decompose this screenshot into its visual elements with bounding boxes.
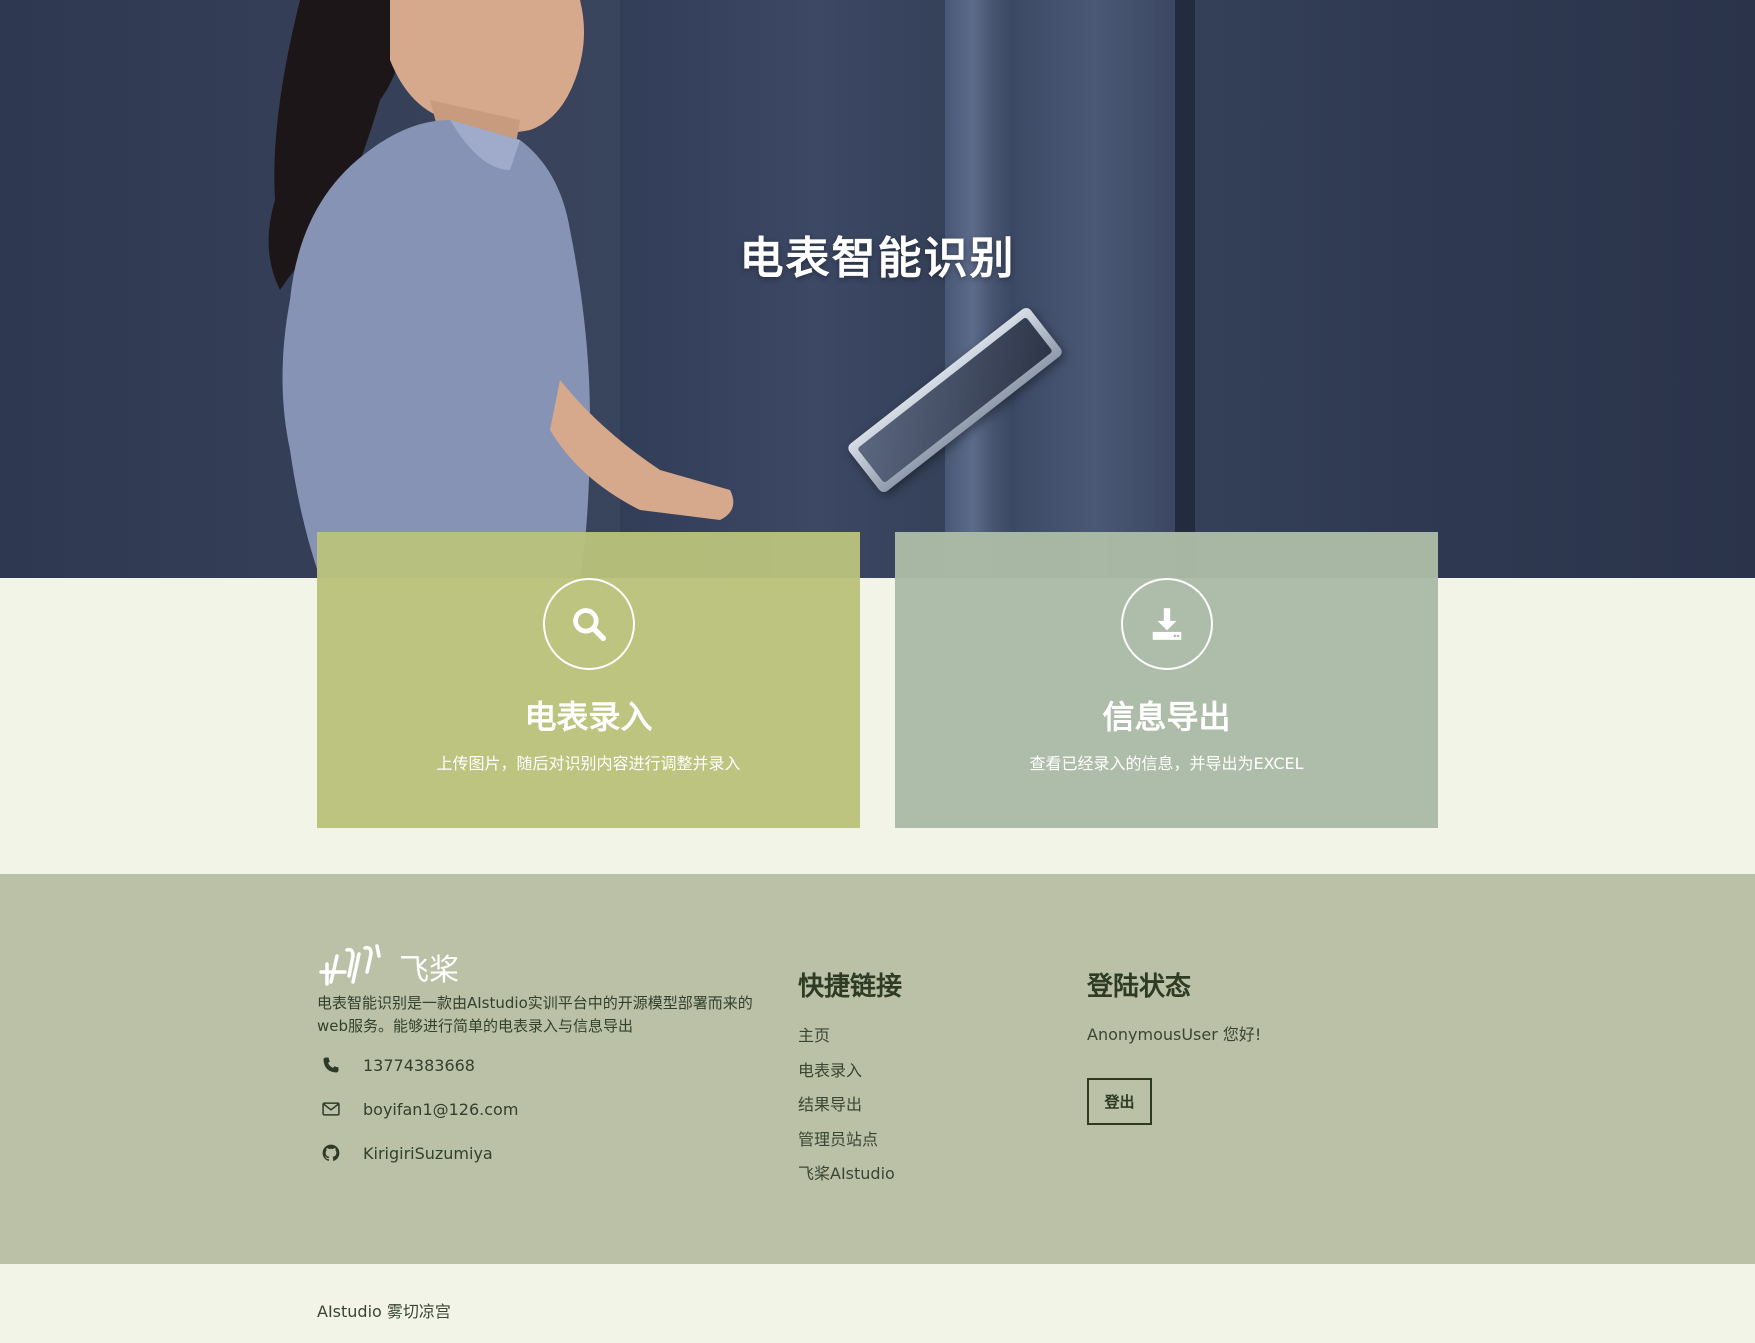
hero-banner: 电表智能识别 bbox=[0, 0, 1755, 578]
link-admin-site[interactable]: 管理员站点 bbox=[798, 1126, 878, 1150]
paddle-logo: 飞桨 bbox=[317, 942, 467, 988]
about-text: 电表智能识别是一款由AIstudio实训平台中的开源模型部署而来的web服务。能… bbox=[317, 994, 753, 1035]
copyright-text: AIstudio 雾切凉宫 bbox=[317, 1302, 451, 1321]
link-paddle-aistudio[interactable]: 飞桨AIstudio bbox=[798, 1160, 895, 1184]
contact-email: boyifan1@126.com bbox=[317, 1097, 518, 1121]
download-icon bbox=[1121, 578, 1213, 670]
search-icon bbox=[543, 578, 635, 670]
background-door-frame bbox=[945, 0, 1015, 578]
phone-icon bbox=[321, 1055, 351, 1075]
bottom-bar bbox=[0, 1264, 1755, 1343]
logo-text: 飞桨 bbox=[399, 953, 459, 988]
mail-icon bbox=[321, 1099, 351, 1119]
card-description: 查看已经录入的信息，并导出为EXCEL bbox=[1029, 754, 1304, 773]
quick-links-heading: 快捷链接 bbox=[798, 972, 903, 1002]
card-meter-entry[interactable]: 电表录入 上传图片，随后对识别内容进行调整并录入 bbox=[317, 532, 860, 828]
background-door-gap bbox=[1175, 0, 1195, 578]
link-meter-entry[interactable]: 电表录入 bbox=[798, 1057, 862, 1081]
login-status-text: AnonymousUser 您好! bbox=[1087, 1025, 1262, 1044]
email-address: boyifan1@126.com bbox=[363, 1099, 519, 1119]
login-status-heading: 登陆状态 bbox=[1087, 972, 1192, 1002]
link-home[interactable]: 主页 bbox=[798, 1022, 830, 1046]
card-info-export[interactable]: 信息导出 查看已经录入的信息，并导出为EXCEL bbox=[895, 532, 1438, 828]
phone-number: 13774383668 bbox=[363, 1055, 475, 1075]
card-description: 上传图片，随后对识别内容进行调整并录入 bbox=[436, 754, 741, 773]
contact-phone: 13774383668 bbox=[317, 1053, 475, 1077]
card-title: 电表录入 bbox=[524, 698, 653, 736]
github-username: KirigiriSuzumiya bbox=[363, 1143, 493, 1163]
contact-github: KirigiriSuzumiya bbox=[317, 1141, 493, 1165]
footer bbox=[0, 874, 1755, 1264]
link-result-export[interactable]: 结果导出 bbox=[798, 1091, 862, 1115]
page-title: 电表智能识别 bbox=[739, 233, 1016, 284]
hero-photo-person bbox=[268, 0, 734, 578]
logout-button[interactable]: 登出 bbox=[1087, 1078, 1152, 1125]
card-title: 信息导出 bbox=[1102, 698, 1231, 736]
github-icon bbox=[321, 1143, 351, 1163]
background-door-panel bbox=[1015, 0, 1175, 578]
